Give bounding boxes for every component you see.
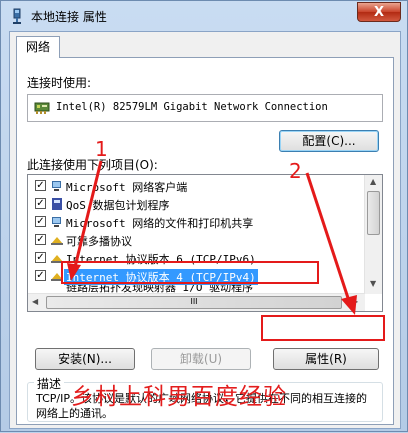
network-tab-page: 连接时使用: Intel(R) 82579LM Gigabit Network … xyxy=(16,57,394,425)
item-label: QoS 数据包计划程序 xyxy=(66,199,170,212)
properties-button[interactable]: 属性(R) xyxy=(273,348,379,370)
item-label: Microsoft 网络的文件和打印机共享 xyxy=(66,217,254,230)
adapter-field: Intel(R) 82579LM Gigabit Network Connect… xyxy=(27,94,383,122)
scroll-grip: III xyxy=(190,297,198,306)
close-button[interactable]: X xyxy=(357,2,401,22)
adapter-name: Intel(R) 82579LM Gigabit Network Connect… xyxy=(56,101,328,113)
protocol-icon xyxy=(51,237,63,245)
configure-button[interactable]: 配置(C)... xyxy=(279,130,379,152)
vertical-scroll-thumb[interactable] xyxy=(367,191,380,235)
scroll-right-arrow-icon[interactable]: ▶ xyxy=(352,297,358,306)
scroll-left-arrow-icon[interactable]: ◀ xyxy=(32,297,38,306)
item-checkbox[interactable]: ✓ xyxy=(35,234,46,245)
item-checkbox[interactable]: ✓ xyxy=(35,180,46,191)
list-item[interactable]: ✓ Microsoft 网络客户端 xyxy=(28,177,354,195)
horizontal-scrollbar[interactable]: ◀ III ▶ xyxy=(28,293,365,311)
annotation-marker-1: 1 xyxy=(95,137,108,161)
properties-dialog: 本地连接 属性 X 网络 连接时使用: Intel(R) 82579LM Gig… xyxy=(0,0,408,432)
tab-network[interactable]: 网络 xyxy=(16,36,60,58)
list-item[interactable]: ✓ Microsoft 网络的文件和打印机共享 xyxy=(28,213,354,231)
annotation-marker-2: 2 xyxy=(289,159,302,183)
annotation-box-ipv4 xyxy=(61,261,319,284)
network-client-icon xyxy=(52,181,61,191)
scroll-down-arrow-icon[interactable]: ▼ xyxy=(370,279,376,288)
item-checkbox[interactable]: ✓ xyxy=(35,198,46,209)
components-list: ✓ Microsoft 网络客户端 ✓ QoS 数据包计划程序 ✓ Micros… xyxy=(27,174,383,312)
horizontal-scroll-thumb[interactable]: III xyxy=(46,296,342,309)
item-checkbox[interactable]: ✓ xyxy=(35,270,46,281)
item-label: Microsoft 网络客户端 xyxy=(66,181,188,194)
window-title: 本地连接 属性 xyxy=(31,10,107,24)
vertical-scrollbar[interactable]: ▲ ▼ xyxy=(364,175,382,294)
uninstall-button[interactable]: 卸载(U) xyxy=(151,348,251,370)
description-legend: 描述 xyxy=(34,375,65,392)
network-connection-icon xyxy=(13,8,21,24)
item-checkbox[interactable]: ✓ xyxy=(35,252,46,263)
list-item[interactable]: ✓ 可靠多播协议 xyxy=(28,231,354,249)
connect-using-label: 连接时使用: xyxy=(27,76,92,90)
network-adapter-icon xyxy=(34,102,50,114)
item-checkbox[interactable]: ✓ xyxy=(35,216,46,227)
qos-scheduler-icon xyxy=(52,198,62,210)
install-button[interactable]: 安装(N)... xyxy=(35,348,135,370)
items-label: 此连接使用下列项目(O): xyxy=(27,158,158,172)
watermark-text: 乡村上科男百度经验 xyxy=(71,384,287,410)
scroll-up-arrow-icon[interactable]: ▲ xyxy=(370,177,376,186)
title-bar: 本地连接 属性 X xyxy=(1,1,407,31)
dialog-body: 网络 连接时使用: Intel(R) 82579LM Gigabit Netwo… xyxy=(9,31,401,429)
item-label: 可靠多播协议 xyxy=(66,235,132,248)
file-printer-sharing-icon xyxy=(52,217,61,227)
annotation-box-properties xyxy=(261,315,385,341)
list-item[interactable]: ✓ QoS 数据包计划程序 xyxy=(28,195,354,213)
